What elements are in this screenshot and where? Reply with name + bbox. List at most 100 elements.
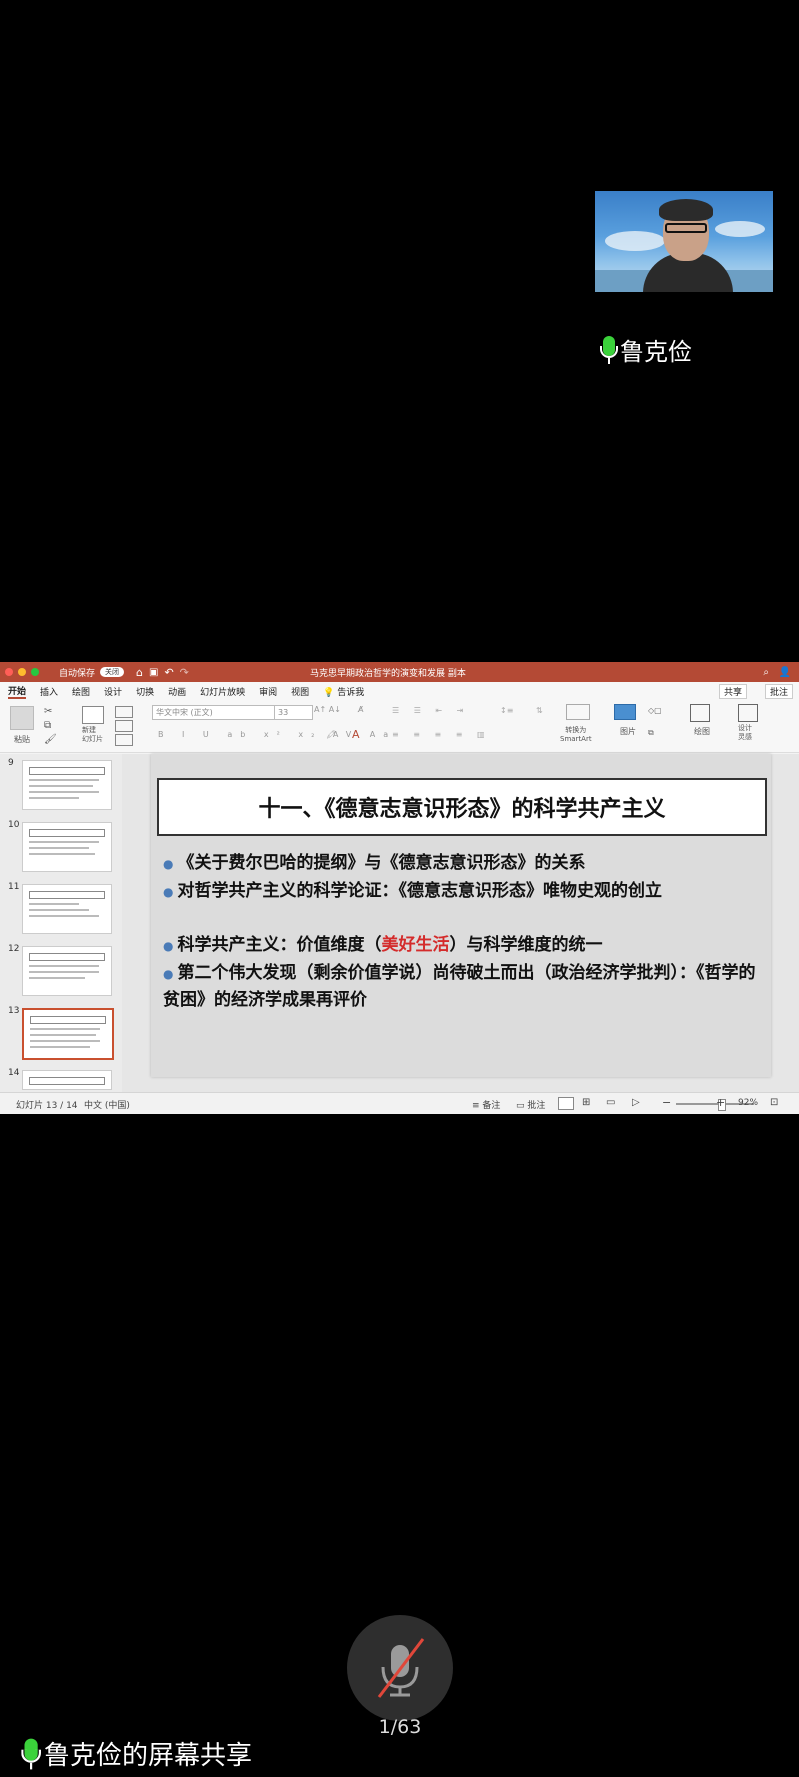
tab-draw[interactable]: 绘图 bbox=[72, 685, 90, 698]
comments-label: 批注 bbox=[769, 687, 788, 698]
mic-active-icon bbox=[21, 1738, 41, 1769]
slide-thumbnail-selected[interactable] bbox=[22, 1008, 114, 1060]
list-icons[interactable]: ☰ ☰ ⇤ ⇥ bbox=[392, 706, 469, 715]
share-button[interactable]: 共享 bbox=[718, 683, 747, 699]
participant-name: 鲁克俭 bbox=[620, 338, 692, 366]
zoom-out-icon[interactable]: − bbox=[662, 1096, 671, 1109]
line-spacing-icon[interactable]: ↕≡ bbox=[500, 706, 513, 715]
undo-icon[interactable]: ↶ bbox=[164, 666, 173, 679]
ribbon-toolbar: 粘贴 ✂ ⧉ 🖌 新建 幻灯片 华文中宋 (正文) 33 A↑ A↓ A̸ B … bbox=[0, 700, 799, 753]
language-indicator[interactable]: 中文 (中国) bbox=[84, 1098, 130, 1111]
ppt-titlebar: 自动保存 关闭 ⌂ ▣ ↶ ↷ 马克思早期政治哲学的演变和发展 副本 ⌕ 👤 bbox=[0, 662, 799, 682]
save-icon[interactable]: ▣ bbox=[149, 667, 158, 678]
bullet-text: ）与科学维度的统一 bbox=[449, 935, 603, 955]
bullet-text: 第二个伟大发现（剩余价值学说）尚待破土而出（政治经济学批判）：《哲学的贫困》的经… bbox=[163, 963, 756, 1010]
new-slide-icon[interactable] bbox=[82, 706, 104, 724]
section-icon[interactable] bbox=[115, 734, 133, 746]
thumbnail-number: 9 bbox=[8, 758, 14, 768]
share-label: 共享 bbox=[723, 687, 742, 698]
thumbnail-number: 13 bbox=[8, 1006, 20, 1016]
slide-thumbnail[interactable] bbox=[22, 1070, 112, 1090]
close-window-icon[interactable] bbox=[5, 668, 13, 676]
participant-video[interactable] bbox=[595, 191, 773, 292]
text-direction-icon[interactable]: ⇅ bbox=[536, 706, 543, 715]
slide-bullet[interactable]: ● 对哲学共产主义的科学论证：《德意志意识形态》唯物史观的创立 bbox=[163, 878, 763, 905]
normal-view-icon[interactable] bbox=[558, 1097, 574, 1110]
tab-design[interactable]: 设计 bbox=[104, 685, 122, 698]
reading-view-icon[interactable]: ▭ bbox=[606, 1097, 615, 1108]
font-name-select[interactable]: 华文中宋 (正文) bbox=[152, 705, 275, 720]
picture-label: 图片 bbox=[620, 727, 636, 736]
smartart-icon[interactable] bbox=[566, 704, 590, 720]
paste-icon[interactable] bbox=[10, 706, 34, 730]
search-icon[interactable]: ⌕ bbox=[763, 667, 769, 678]
thumbnail-number: 12 bbox=[8, 944, 20, 954]
design-ideas-icon[interactable] bbox=[738, 704, 758, 722]
window-title: 马克思早期政治哲学的演变和发展 副本 bbox=[310, 668, 466, 679]
page-indicator: 1/63 bbox=[378, 1716, 422, 1738]
bullet-text: 《关于费尔巴哈的提纲》与《德意志意识形态》的关系 bbox=[177, 853, 586, 873]
comments-status-button[interactable]: ▭ 批注 bbox=[516, 1098, 545, 1111]
slide-title[interactable]: 十一、《德意志意识形态》的科学共产主义 bbox=[157, 778, 767, 836]
increase-font-icon[interactable]: A↑ A↓ bbox=[314, 705, 341, 714]
current-slide[interactable]: 十一、《德意志意识形态》的科学共产主义 ● 《关于费尔巴哈的提纲》与《德意志意识形… bbox=[151, 754, 771, 1077]
slide-bullet[interactable]: ● 《关于费尔巴哈的提纲》与《德意志意识形态》的关系 bbox=[163, 850, 763, 877]
picture-icon[interactable] bbox=[614, 704, 636, 720]
arrange-icon[interactable]: ⧉ bbox=[648, 728, 654, 738]
shapes-icon[interactable]: ◇▢ bbox=[648, 706, 662, 715]
slide-bullet[interactable]: ● 第二个伟大发现（剩余价值学说）尚待破土而出（政治经济学批判）：《哲学的贫困》的… bbox=[163, 960, 763, 1013]
text-format-icons[interactable]: B I U ab x² x₂ AV Aa bbox=[158, 730, 396, 739]
comments-button[interactable]: 批注 bbox=[764, 683, 793, 699]
tab-view[interactable]: 视图 bbox=[291, 685, 309, 698]
align-icons[interactable]: ≡ ≡ ≡ ≡ ▥ bbox=[392, 730, 491, 739]
minimize-window-icon[interactable] bbox=[18, 668, 26, 676]
slide-counter: 幻灯片 13 / 14 bbox=[16, 1101, 78, 1111]
highlight-icon[interactable]: 🖍 bbox=[326, 730, 336, 739]
slide-thumbnail[interactable] bbox=[22, 760, 112, 810]
slide-thumbnail[interactable] bbox=[22, 946, 112, 996]
bullet-text: 对哲学共产主义的科学论证：《德意志意识形态》唯物史观的创立 bbox=[177, 881, 662, 901]
slideshow-view-icon[interactable]: ▷ bbox=[632, 1097, 640, 1108]
sorter-view-icon[interactable]: ⊞ bbox=[582, 1097, 590, 1108]
zoom-in-icon[interactable]: + bbox=[716, 1096, 725, 1109]
slide-thumbnail[interactable] bbox=[22, 822, 112, 872]
ribbon-tabs: 开始 插入 绘图 设计 切换 动画 幻灯片放映 审阅 视图 💡 告诉我 共享 批… bbox=[0, 682, 799, 700]
tab-insert[interactable]: 插入 bbox=[40, 685, 58, 698]
drawing-icon[interactable] bbox=[690, 704, 710, 722]
notes-button[interactable]: ≡ 备注 bbox=[472, 1098, 500, 1111]
autosave-toggle[interactable]: 关闭 bbox=[100, 667, 125, 677]
fit-to-window-icon[interactable]: ⊡ bbox=[770, 1097, 778, 1108]
drawing-label: 绘图 bbox=[694, 727, 710, 736]
slide-thumbnail[interactable] bbox=[22, 884, 112, 934]
format-painter-icon[interactable]: 🖌 bbox=[44, 734, 57, 745]
zoom-level[interactable]: 92% bbox=[738, 1098, 758, 1108]
screen-share-owner: 鲁克俭的屏幕共享 bbox=[44, 1741, 253, 1771]
tab-animations[interactable]: 动画 bbox=[168, 685, 186, 698]
slide-bullet[interactable]: ● 科学共产主义：价值维度（美好生活）与科学维度的统一 bbox=[163, 932, 763, 959]
tab-slideshow[interactable]: 幻灯片放映 bbox=[200, 685, 245, 698]
smartart-label: 转换为 SmartArt bbox=[560, 726, 592, 743]
tab-review[interactable]: 审阅 bbox=[259, 685, 277, 698]
slide-thumbnail-panel[interactable]: 9 10 11 12 13 14 bbox=[0, 754, 123, 1092]
slide-editor[interactable]: 十一、《德意志意识形态》的科学共产主义 ● 《关于费尔巴哈的提纲》与《德意志意识形… bbox=[122, 754, 799, 1092]
copy-icon[interactable]: ⧉ bbox=[44, 720, 51, 731]
home-icon[interactable]: ⌂ bbox=[136, 666, 143, 679]
redo-icon[interactable]: ↷ bbox=[180, 666, 189, 679]
account-icon[interactable]: 👤 bbox=[779, 667, 791, 678]
clear-format-icon[interactable]: A̸ bbox=[358, 705, 363, 714]
paste-label: 粘贴 bbox=[14, 735, 30, 744]
shared-screen[interactable]: 自动保存 关闭 ⌂ ▣ ↶ ↷ 马克思早期政治哲学的演变和发展 副本 ⌕ 👤 开… bbox=[0, 662, 799, 1114]
status-bar: 幻灯片 13 / 14 中文 (中国) ≡ 备注 ▭ 批注 ⊞ ▭ ▷ − + … bbox=[0, 1092, 799, 1114]
maximize-window-icon[interactable] bbox=[31, 668, 39, 676]
layout-icon[interactable] bbox=[115, 706, 133, 718]
mute-button[interactable] bbox=[347, 1615, 453, 1721]
reset-icon[interactable] bbox=[115, 720, 133, 732]
tell-me-search[interactable]: 💡 告诉我 bbox=[323, 685, 364, 698]
design-ideas-label: 设计 灵感 bbox=[738, 724, 752, 741]
font-size-select[interactable]: 33 bbox=[274, 705, 313, 720]
cut-icon[interactable]: ✂ bbox=[44, 706, 52, 717]
tab-home[interactable]: 开始 bbox=[8, 684, 27, 699]
tab-transitions[interactable]: 切换 bbox=[136, 685, 154, 698]
thumbnail-number: 14 bbox=[8, 1068, 20, 1078]
font-color-icon[interactable]: A bbox=[352, 728, 360, 741]
